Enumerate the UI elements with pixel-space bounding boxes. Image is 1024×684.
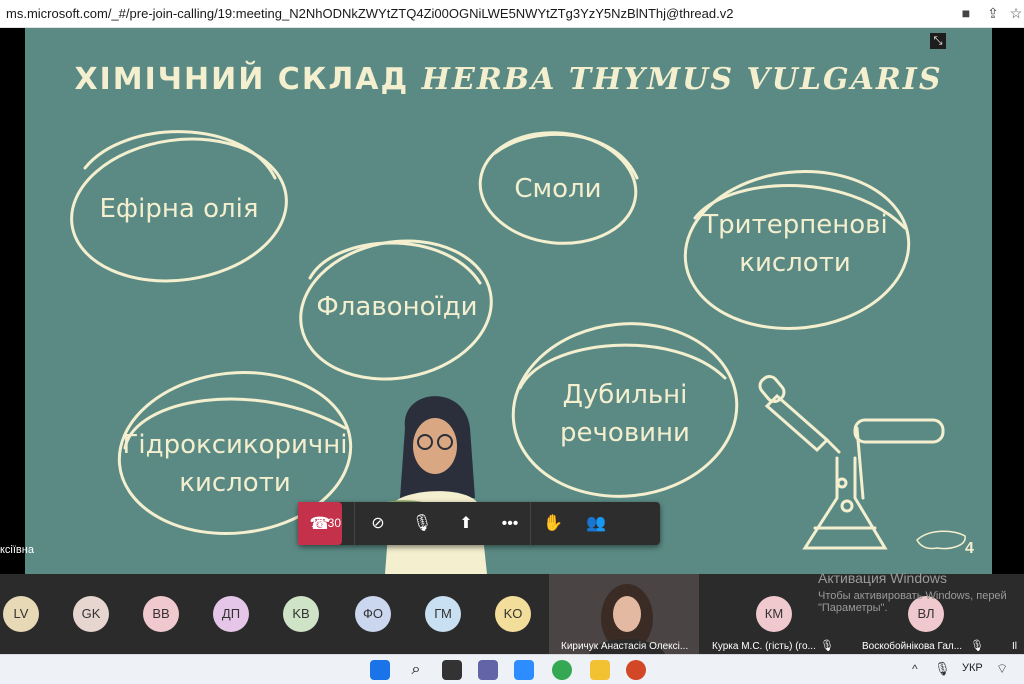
share-screen-icon[interactable]: ⬆	[444, 502, 488, 545]
avatar[interactable]: ГМ	[425, 596, 461, 632]
bubble-text-line: Тритерпенові	[702, 210, 888, 240]
call-timer: 18:30	[298, 502, 355, 545]
bubble-text-line: Ефірна олія	[99, 194, 259, 224]
woman-illustration	[370, 396, 487, 574]
bubble-essential-oil: Ефірна олія	[79, 190, 279, 228]
bubble-resins: Смоли	[483, 170, 633, 208]
bubble-text-line: Дубильні	[562, 380, 688, 410]
bubble-text-line: Смоли	[514, 174, 602, 204]
raise-hand-icon[interactable]: ✋	[530, 502, 575, 545]
participants-icon[interactable]: 👥	[574, 502, 618, 545]
pipette-illustration	[758, 375, 841, 454]
powerpoint-icon[interactable]	[626, 660, 646, 680]
participant-name: Воскобойнікова Гал...	[862, 641, 963, 652]
chrome-icon[interactable]	[552, 660, 572, 680]
avatar[interactable]: ФО	[355, 596, 391, 632]
more-icon[interactable]: •••	[488, 502, 532, 545]
windows-taskbar: ⌕ ^ 🎙 УКР ⌔	[0, 654, 1024, 684]
mic-muted-icon: 🎙	[970, 640, 984, 652]
language-indicator[interactable]: УКР	[962, 662, 983, 674]
windows-activation-subtitle: Чтобы активировать Windows, перей "Парам…	[818, 590, 1007, 614]
participant-name: Киричук Анастасія Олексі...	[561, 641, 689, 652]
mic-muted-icon: 🎙	[820, 640, 834, 652]
avatar[interactable]: LV	[3, 596, 39, 632]
chevron-up-icon[interactable]: ^	[912, 662, 918, 676]
bubble-flavonoids: Флавоноїди	[297, 288, 497, 326]
bubble-text-line: кислоти	[739, 248, 851, 278]
bubble-tannins: Дубильні речовини	[525, 376, 725, 452]
wifi-icon[interactable]: ⌔	[996, 661, 1008, 677]
avatar[interactable]: ДП	[213, 596, 249, 632]
presentation-slide: ХІМІЧНИЙ СКЛАД HERBA THYMUS VULGARIS Ефі…	[25, 28, 992, 574]
teams-chat-icon[interactable]	[478, 660, 498, 680]
participants-strip: LV GK BB ДП KB ФО ГМ KO Киричук Анастасі…	[0, 574, 1024, 654]
participant-name-fragment: Іl	[1012, 641, 1017, 652]
avatar[interactable]: КМ	[756, 596, 792, 632]
microphone-icon[interactable]: 🎙	[934, 661, 951, 677]
participant-name-fragment: ксіївна	[0, 544, 34, 556]
browser-address-bar[interactable]: ms.microsoft.com/_#/pre-join-calling/19:…	[0, 0, 1024, 28]
windows-activation-title: Активация Windows	[818, 570, 948, 586]
participant-video-tile[interactable]: Киричук Анастасія Олексі...	[549, 574, 699, 654]
task-view-icon[interactable]	[442, 660, 462, 680]
bubble-hydroxycinnamic-acids: Гідроксикоричні кислоти	[115, 426, 355, 502]
activation-line: Чтобы активировать Windows, перей	[818, 590, 1007, 602]
file-explorer-icon[interactable]	[590, 660, 610, 680]
activation-line: "Параметры".	[818, 602, 888, 614]
windows-start-icon[interactable]	[370, 660, 390, 680]
map-mark-icon	[916, 530, 966, 550]
search-icon[interactable]: ⌕	[406, 660, 426, 680]
bubble-text-line: Флавоноїди	[316, 292, 478, 322]
mic-off-icon[interactable]: 🎙	[400, 502, 444, 545]
bubble-text-line: Гідроксикоричні	[122, 430, 348, 460]
url-text[interactable]: ms.microsoft.com/_#/pre-join-calling/19:…	[6, 6, 733, 21]
camera-off-icon[interactable]: ⊘	[356, 502, 400, 545]
slide-page-number: 4	[965, 540, 974, 557]
bubble-text-line: речовини	[560, 418, 690, 448]
bubble-triterpene-acids: Тритерпенові кислоти	[685, 206, 905, 282]
favorite-icon[interactable]: ☆	[1008, 5, 1024, 21]
avatar[interactable]: BB	[143, 596, 179, 632]
share-icon[interactable]: ⇪	[985, 5, 1001, 21]
fullscreen-exit-icon[interactable]: ⤡	[930, 33, 946, 49]
avatar[interactable]: KB	[283, 596, 319, 632]
zoom-icon[interactable]	[514, 660, 534, 680]
camera-icon[interactable]: ■	[958, 5, 974, 21]
bubble-text-line: кислоти	[179, 468, 291, 498]
avatar[interactable]: KO	[495, 596, 531, 632]
meeting-toolbar: 18:30 ⊘ 🎙 ⬆ ••• ✋ 👥 ☎	[298, 502, 660, 545]
participant-name: Курка М.С. (гість) (го...	[712, 641, 816, 652]
avatar[interactable]: GK	[73, 596, 109, 632]
